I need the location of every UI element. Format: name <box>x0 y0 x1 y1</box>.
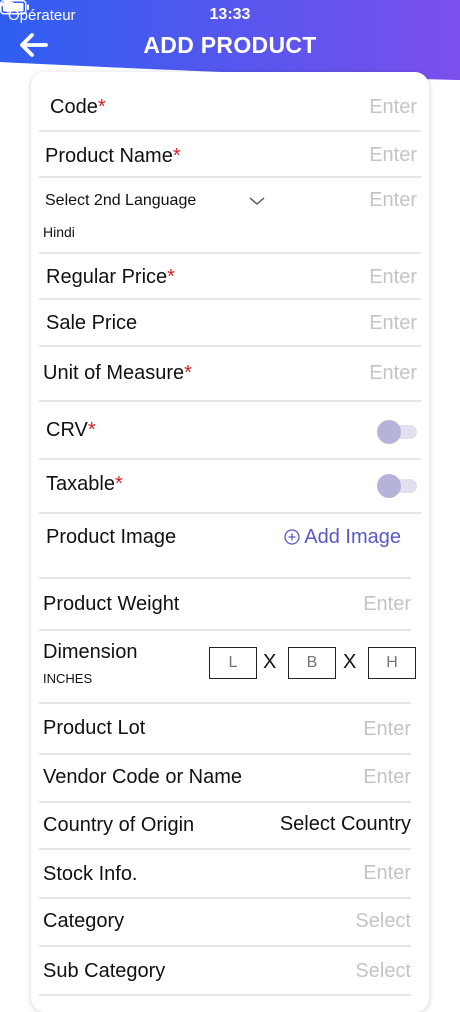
product-lot-label: Product Lot <box>43 717 146 739</box>
code-label: Code* <box>50 96 106 118</box>
divider <box>39 945 411 947</box>
product-name-row: Product Name* <box>31 142 429 172</box>
status-time: 13:33 <box>209 6 251 23</box>
taxable-toggle[interactable] <box>377 474 417 498</box>
product-weight-row: Product Weight <box>31 591 429 621</box>
country-label: Country of Origin <box>43 814 195 836</box>
required-marker: * <box>167 266 175 288</box>
required-marker: * <box>114 473 123 495</box>
required-marker: * <box>97 96 106 118</box>
code-row: Code* <box>31 94 429 124</box>
code-input[interactable] <box>297 96 417 119</box>
divider <box>39 753 411 755</box>
divider <box>39 702 411 704</box>
divider <box>39 512 421 514</box>
dimension-unit: INCHES <box>43 671 93 686</box>
divider <box>39 801 411 803</box>
vendor-input[interactable] <box>291 766 411 789</box>
regular-price-input[interactable] <box>297 266 417 289</box>
unit-of-measure-label: Unit of Measure* <box>43 362 192 384</box>
regular-price-label: Regular Price* <box>46 266 175 288</box>
crv-toggle[interactable] <box>377 420 417 444</box>
product-weight-label: Product Weight <box>43 593 180 615</box>
page-title: ADD PRODUCT <box>143 32 317 58</box>
product-form-card: Code* Product Name* Select 2nd Language … <box>31 72 429 1012</box>
sub-category-label: Sub Category <box>43 960 166 982</box>
add-image-button[interactable]: Add Image <box>284 526 401 549</box>
dimension-row: Dimension INCHES X X <box>31 639 429 699</box>
divider <box>39 897 411 899</box>
regular-price-row: Regular Price* <box>31 265 429 295</box>
unit-of-measure-input[interactable] <box>297 362 417 385</box>
product-name-label: Product Name* <box>45 145 181 167</box>
vendor-row: Vendor Code or Name <box>31 765 429 795</box>
divider <box>39 130 421 132</box>
taxable-label: Taxable* <box>46 473 123 495</box>
dimension-separator: X <box>343 651 357 673</box>
language-value: Hindi <box>43 224 75 240</box>
language-select[interactable]: Select 2nd Language <box>45 192 196 210</box>
length-input[interactable] <box>209 647 257 679</box>
divider <box>39 848 411 850</box>
crv-label: CRV* <box>46 419 96 441</box>
category-row: Category <box>31 909 429 939</box>
toggle-knob <box>377 474 401 498</box>
category-label: Category <box>43 910 125 932</box>
divider <box>39 176 421 178</box>
second-language-input[interactable] <box>297 189 417 212</box>
sale-price-label: Sale Price <box>46 312 138 334</box>
product-name-input[interactable] <box>297 144 417 167</box>
height-input[interactable] <box>368 647 416 679</box>
crv-row: CRV* <box>31 417 429 447</box>
product-image-label: Product Image <box>46 526 177 548</box>
chevron-down-icon[interactable] <box>249 196 265 206</box>
plus-circle-icon <box>284 529 300 545</box>
product-image-row: Product Image Add Image <box>31 524 429 554</box>
unit-of-measure-row: Unit of Measure* <box>31 360 429 390</box>
sale-price-row: Sale Price <box>31 310 429 340</box>
stock-info-label: Stock Info. <box>43 863 138 885</box>
battery-icon <box>0 0 29 15</box>
required-marker: * <box>87 419 96 441</box>
product-lot-input[interactable] <box>291 718 411 741</box>
country-row: Country of Origin Select Country <box>31 813 429 843</box>
product-weight-input[interactable] <box>291 593 411 616</box>
divider <box>39 458 421 460</box>
taxable-row: Taxable* <box>31 470 429 500</box>
sale-price-input[interactable] <box>297 312 417 335</box>
status-bar: Opérateur 13:33 <box>0 0 460 30</box>
required-marker: * <box>172 145 181 167</box>
stock-info-row: Stock Info. <box>31 861 429 891</box>
divider <box>39 400 421 402</box>
required-marker: * <box>184 362 192 384</box>
category-select[interactable] <box>291 910 411 933</box>
second-language-row: Select 2nd Language Hindi <box>31 186 429 246</box>
vendor-label: Vendor Code or Name <box>43 766 243 788</box>
product-lot-row: Product Lot <box>31 716 429 746</box>
toggle-knob <box>377 420 401 444</box>
divider <box>39 629 411 631</box>
dimension-label: Dimension <box>43 641 138 663</box>
divider <box>39 298 421 300</box>
sub-category-row: Sub Category <box>31 958 429 988</box>
divider <box>39 345 421 347</box>
sub-category-select[interactable] <box>291 960 411 983</box>
divider <box>39 252 421 254</box>
divider <box>39 577 411 579</box>
stock-info-input[interactable] <box>291 862 411 885</box>
add-image-label: Add Image <box>304 526 401 548</box>
select-country-button[interactable]: Select Country <box>280 813 411 836</box>
breadth-input[interactable] <box>288 647 336 679</box>
dimension-separator: X <box>263 651 277 673</box>
